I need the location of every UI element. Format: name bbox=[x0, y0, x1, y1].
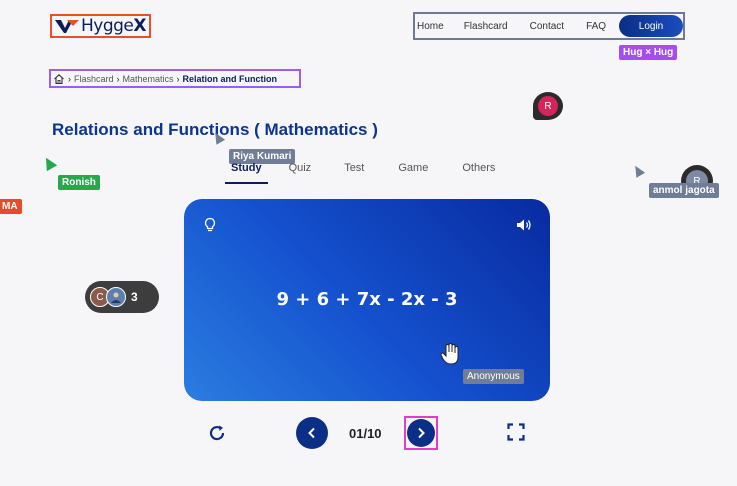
tab-quiz[interactable]: Quiz bbox=[289, 162, 312, 184]
collaborator-tag-anmol: anmol jagota bbox=[649, 183, 719, 198]
nav-contact[interactable]: Contact bbox=[530, 21, 564, 32]
login-button[interactable]: Login bbox=[619, 15, 683, 37]
previous-card-button[interactable] bbox=[296, 417, 328, 449]
tab-others[interactable]: Others bbox=[462, 162, 495, 184]
speaker-icon[interactable] bbox=[516, 218, 532, 232]
collaborator-tag-hug: Hug × Hug bbox=[619, 45, 678, 60]
nav-faq[interactable]: FAQ bbox=[586, 21, 606, 32]
home-icon[interactable] bbox=[53, 73, 65, 85]
tab-study[interactable]: Study bbox=[225, 162, 268, 184]
top-nav: Home Flashcard Contact FAQ Login bbox=[413, 12, 685, 40]
collaborator-avatar: R bbox=[533, 92, 563, 120]
chevron-right-icon: › bbox=[68, 73, 71, 84]
chevron-left-icon bbox=[308, 427, 315, 439]
chevron-right-icon: › bbox=[116, 73, 120, 84]
collaborator-tag-anonymous: Anonymous bbox=[463, 369, 524, 384]
presence-avatar-photo bbox=[106, 287, 126, 307]
flashcard-expression: 9 + 6 + 7x - 2x - 3 bbox=[276, 289, 458, 310]
card-counter: 01/10 bbox=[349, 426, 382, 441]
tab-test[interactable]: Test bbox=[344, 162, 364, 184]
collaborator-tag-ronish: Ronish bbox=[58, 175, 100, 190]
hyggex-logo-mark-icon bbox=[55, 20, 79, 33]
logo-text: HyggeX bbox=[81, 16, 146, 36]
reset-icon[interactable] bbox=[207, 423, 227, 443]
study-mode-tabs: Study Quiz Test Game Others bbox=[225, 162, 495, 184]
collaborator-cursor-icon bbox=[40, 154, 58, 172]
hyggex-logo[interactable]: HyggeX bbox=[50, 14, 151, 38]
breadcrumb-flashcard[interactable]: Flashcard bbox=[74, 74, 114, 84]
next-card-button[interactable] bbox=[404, 416, 438, 450]
breadcrumb: › Flashcard › Mathematics › Relation and… bbox=[49, 69, 301, 88]
presence-count: 3 bbox=[131, 290, 138, 304]
nav-flashcard[interactable]: Flashcard bbox=[464, 21, 508, 32]
user-photo-icon bbox=[111, 292, 121, 303]
collaborator-cursor-icon bbox=[630, 163, 646, 178]
fullscreen-icon[interactable] bbox=[507, 423, 525, 441]
chevron-right-icon: › bbox=[176, 73, 180, 84]
breadcrumb-mathematics[interactable]: Mathematics bbox=[123, 74, 174, 84]
hand-pointer-icon bbox=[440, 343, 459, 365]
hint-lightbulb-icon[interactable] bbox=[203, 217, 217, 233]
presence-indicator[interactable]: C 3 bbox=[85, 281, 159, 313]
nav-home[interactable]: Home bbox=[417, 21, 444, 32]
chevron-right-icon bbox=[418, 427, 425, 439]
next-card-circle bbox=[407, 419, 435, 447]
collaborator-tag-ma: MA bbox=[0, 199, 22, 214]
breadcrumb-current: Relation and Function bbox=[182, 73, 278, 84]
tab-game[interactable]: Game bbox=[398, 162, 428, 184]
